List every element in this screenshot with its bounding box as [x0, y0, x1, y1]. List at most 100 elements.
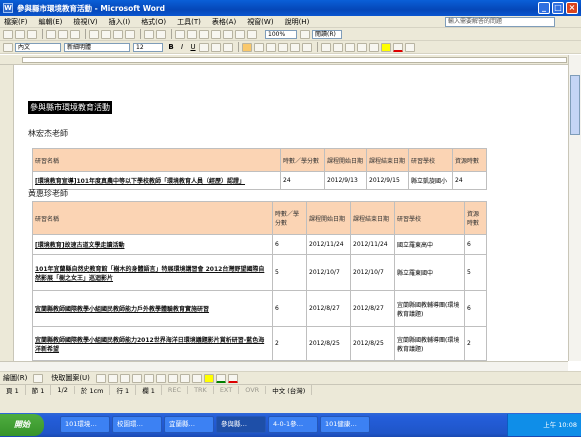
course-name[interactable]: 101年宜蘭縣自然史教育館「樹木的身體語言」特展環境講習會 2012台灣野望國際…	[32, 254, 273, 291]
justify-icon[interactable]	[278, 42, 288, 52]
open-icon[interactable]	[15, 29, 25, 39]
textbox-icon[interactable]	[143, 373, 154, 383]
menu-window[interactable]: 視窗(W)	[247, 17, 273, 27]
wordart-icon[interactable]	[155, 373, 166, 383]
menu-format[interactable]: 格式(O)	[141, 17, 166, 27]
select-objects-icon[interactable]	[33, 373, 44, 383]
undo-icon[interactable]	[144, 29, 154, 39]
print-preview-icon[interactable]	[58, 29, 68, 39]
save-icon[interactable]	[27, 29, 37, 39]
hyperlink-icon[interactable]	[175, 29, 185, 39]
help-search-input[interactable]: 輸入需要解答的問題	[445, 17, 555, 27]
menu-view[interactable]: 檢視(V)	[73, 17, 97, 27]
menu-insert[interactable]: 插入(I)	[109, 17, 131, 27]
columns-icon[interactable]	[211, 29, 221, 39]
horizontal-scrollbar[interactable]	[0, 361, 568, 371]
course-name[interactable]: [環境教育宣導]101年度真農中等以下學校教師「環境教育人員（經歷）認證」	[32, 171, 281, 190]
draw-menu[interactable]: 繪圖(R)	[3, 373, 27, 383]
taskbar-item[interactable]: 參與縣…	[216, 416, 266, 433]
maximize-button[interactable]: □	[552, 2, 564, 14]
italic-button[interactable]: I	[177, 43, 187, 52]
arrow-icon[interactable]	[107, 373, 118, 383]
menu-tools[interactable]: 工具(T)	[177, 17, 201, 27]
align-right-icon[interactable]	[266, 42, 276, 52]
start-button[interactable]: 開始	[0, 414, 44, 436]
menu-table[interactable]: 表格(A)	[212, 17, 236, 27]
autoshapes-menu[interactable]: 快取圖案(U)	[51, 373, 90, 383]
course-name[interactable]: [環境教育]故速古道文學走讀活動	[32, 234, 273, 255]
rectangle-icon[interactable]	[119, 373, 130, 383]
copy-icon[interactable]	[101, 29, 111, 39]
distribute-icon[interactable]	[290, 42, 300, 52]
redo-icon[interactable]	[156, 29, 166, 39]
taskbar-item[interactable]: 4-0-1參…	[268, 416, 318, 433]
format-painter-icon[interactable]	[125, 29, 135, 39]
doc-map-icon[interactable]	[235, 29, 245, 39]
new-doc-icon[interactable]	[3, 29, 13, 39]
phonetic-icon[interactable]	[405, 42, 415, 52]
clock[interactable]: 上午 10:08	[543, 421, 577, 429]
paste-icon[interactable]	[113, 29, 123, 39]
table-row: [環境教育]故速古道文學走讀活動 6 2012/11/24 2012/11/24…	[32, 234, 487, 255]
status-trk[interactable]: TRK	[188, 386, 214, 394]
minimize-button[interactable]: _	[538, 2, 550, 14]
border-icon[interactable]	[369, 42, 379, 52]
print-icon[interactable]	[46, 29, 56, 39]
excel-icon[interactable]	[199, 29, 209, 39]
taskbar-item[interactable]: 宜蘭縣…	[164, 416, 214, 433]
font-color-icon[interactable]	[227, 373, 238, 383]
char-border-icon[interactable]	[199, 42, 209, 52]
char-scale-icon[interactable]	[223, 42, 233, 52]
taskbar-item[interactable]: 101健康…	[320, 416, 370, 433]
style-select[interactable]: 內文	[15, 42, 61, 52]
drawing-icon[interactable]	[223, 29, 233, 39]
oval-icon[interactable]	[131, 373, 142, 383]
show-hide-icon[interactable]	[247, 29, 257, 39]
bullets-icon[interactable]	[333, 42, 343, 52]
numbering-icon[interactable]	[321, 42, 331, 52]
char-shading-icon[interactable]	[211, 42, 221, 52]
taskbar-item[interactable]: 101環境…	[60, 416, 110, 433]
status-ovr[interactable]: OVR	[239, 386, 267, 394]
close-button[interactable]: ×	[566, 2, 578, 14]
align-center-icon[interactable]	[254, 42, 264, 52]
font-color-icon[interactable]	[393, 42, 403, 52]
decrease-indent-icon[interactable]	[345, 42, 355, 52]
diagram-icon[interactable]	[167, 373, 178, 383]
font-select[interactable]: 新細明體	[64, 42, 130, 52]
fill-color-icon[interactable]	[203, 373, 214, 383]
taskbar-item[interactable]: 校園環…	[112, 416, 162, 433]
increase-indent-icon[interactable]	[357, 42, 367, 52]
picture-icon[interactable]	[191, 373, 202, 383]
table-icon[interactable]	[187, 29, 197, 39]
zoom-select[interactable]: 100%	[265, 29, 297, 39]
align-left-icon[interactable]	[242, 42, 252, 52]
spelling-icon[interactable]	[70, 29, 80, 39]
ruler[interactable]	[0, 55, 581, 65]
status-pages: 1/2	[51, 386, 75, 394]
menu-edit[interactable]: 編輯(E)	[39, 17, 63, 27]
vertical-scrollbar[interactable]	[568, 55, 581, 361]
course-name[interactable]: 宜蘭縣教師國際教學小組國民教師能力2012世界海洋日環境議題影片賞析研習-藍色海…	[32, 326, 273, 361]
clipart-icon[interactable]	[179, 373, 190, 383]
line-icon[interactable]	[95, 373, 106, 383]
menu-help[interactable]: 說明(H)	[285, 17, 310, 27]
status-ext[interactable]: EXT	[214, 386, 240, 394]
line-color-icon[interactable]	[215, 373, 226, 383]
bold-button[interactable]: B	[166, 43, 176, 52]
read-button[interactable]: 閱讀(R)	[312, 29, 342, 39]
table-header: 課程結束日期	[350, 201, 395, 235]
desktop-gap	[0, 395, 581, 413]
underline-button[interactable]: U	[188, 43, 198, 52]
help-icon[interactable]	[300, 29, 310, 39]
highlight-icon[interactable]	[381, 42, 391, 52]
styles-pane-icon[interactable]	[3, 42, 13, 52]
course-name[interactable]: 宜蘭縣教師國際教學小組國民教師能力戶外教學體驗教育實施研習	[32, 290, 273, 327]
drawing-toolbar: 繪圖(R) 快取圖案(U)	[0, 371, 581, 384]
status-rec[interactable]: REC	[162, 386, 189, 394]
document-area[interactable]: 參與縣市環境教育活動 林宏杰老師 研習名稱 時數／學分數 課程開始日期 課程結束…	[14, 65, 568, 361]
font-size-select[interactable]: 12	[133, 42, 163, 52]
line-spacing-icon[interactable]	[302, 42, 312, 52]
cut-icon[interactable]	[89, 29, 99, 39]
menu-file[interactable]: 檔案(F)	[4, 17, 28, 27]
